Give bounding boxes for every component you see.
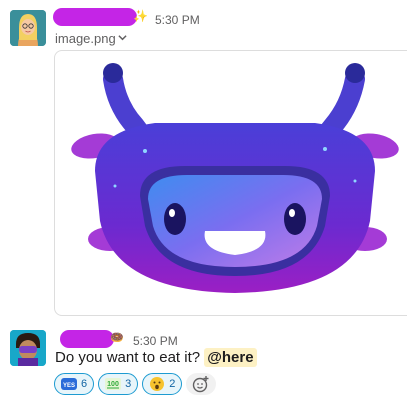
yes-emoji-icon: YES	[61, 376, 77, 392]
reaction-count: 3	[125, 378, 132, 390]
svg-text:YES: YES	[63, 383, 75, 389]
reactions-bar: YES 6 100 3 2	[54, 373, 217, 395]
mention-here[interactable]: @here	[204, 348, 257, 367]
100-emoji-icon: 100	[105, 376, 122, 392]
reaction-count: 2	[169, 378, 176, 390]
mascot-image	[71, 63, 399, 293]
reaction-100[interactable]: 100 3	[98, 373, 139, 395]
message-timestamp[interactable]: 5:30 PM	[133, 334, 178, 348]
chevron-down-icon[interactable]	[118, 33, 127, 42]
message-text: Do you want to eat it? @here	[55, 348, 257, 367]
message-timestamp[interactable]: 5:30 PM	[155, 13, 200, 27]
attachment-filename[interactable]: image.png	[55, 31, 116, 46]
message-body: Do you want to eat it?	[55, 349, 201, 366]
add-reaction-button[interactable]	[186, 373, 217, 395]
user-avatar[interactable]	[10, 10, 46, 46]
reaction-count: 6	[81, 378, 88, 390]
reaction-hushed-face[interactable]: 2	[142, 373, 183, 395]
add-emoji-icon	[193, 376, 209, 393]
user-avatar[interactable]	[10, 330, 46, 366]
svg-text:100: 100	[107, 381, 119, 388]
status-emoji-icon: 🍩	[110, 332, 124, 344]
redacted-username	[53, 8, 137, 26]
hushed-face-emoji-icon	[149, 376, 165, 392]
redacted-username	[60, 330, 114, 348]
sparkle-icon: ✨	[133, 9, 148, 23]
image-attachment[interactable]	[54, 50, 407, 316]
reaction-yes[interactable]: YES 6	[54, 373, 95, 395]
